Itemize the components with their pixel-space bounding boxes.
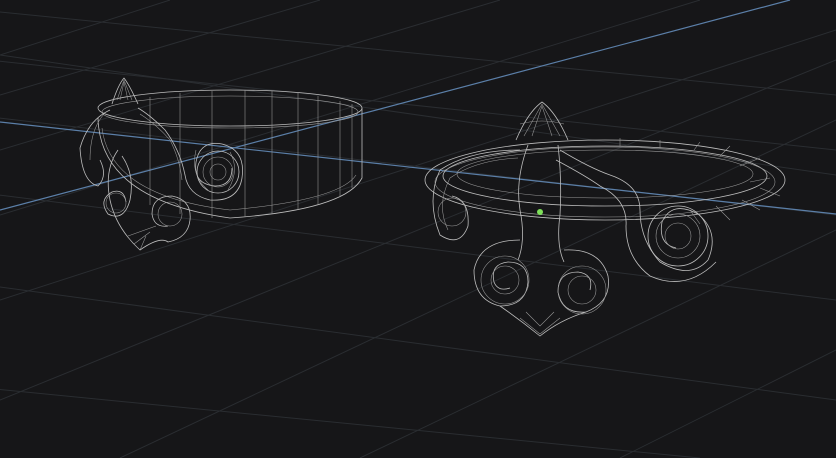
viewport-background bbox=[0, 0, 836, 458]
viewport-canvas[interactable] bbox=[0, 0, 836, 458]
object-pivot-point[interactable] bbox=[537, 209, 543, 215]
3d-viewport[interactable] bbox=[0, 0, 836, 458]
